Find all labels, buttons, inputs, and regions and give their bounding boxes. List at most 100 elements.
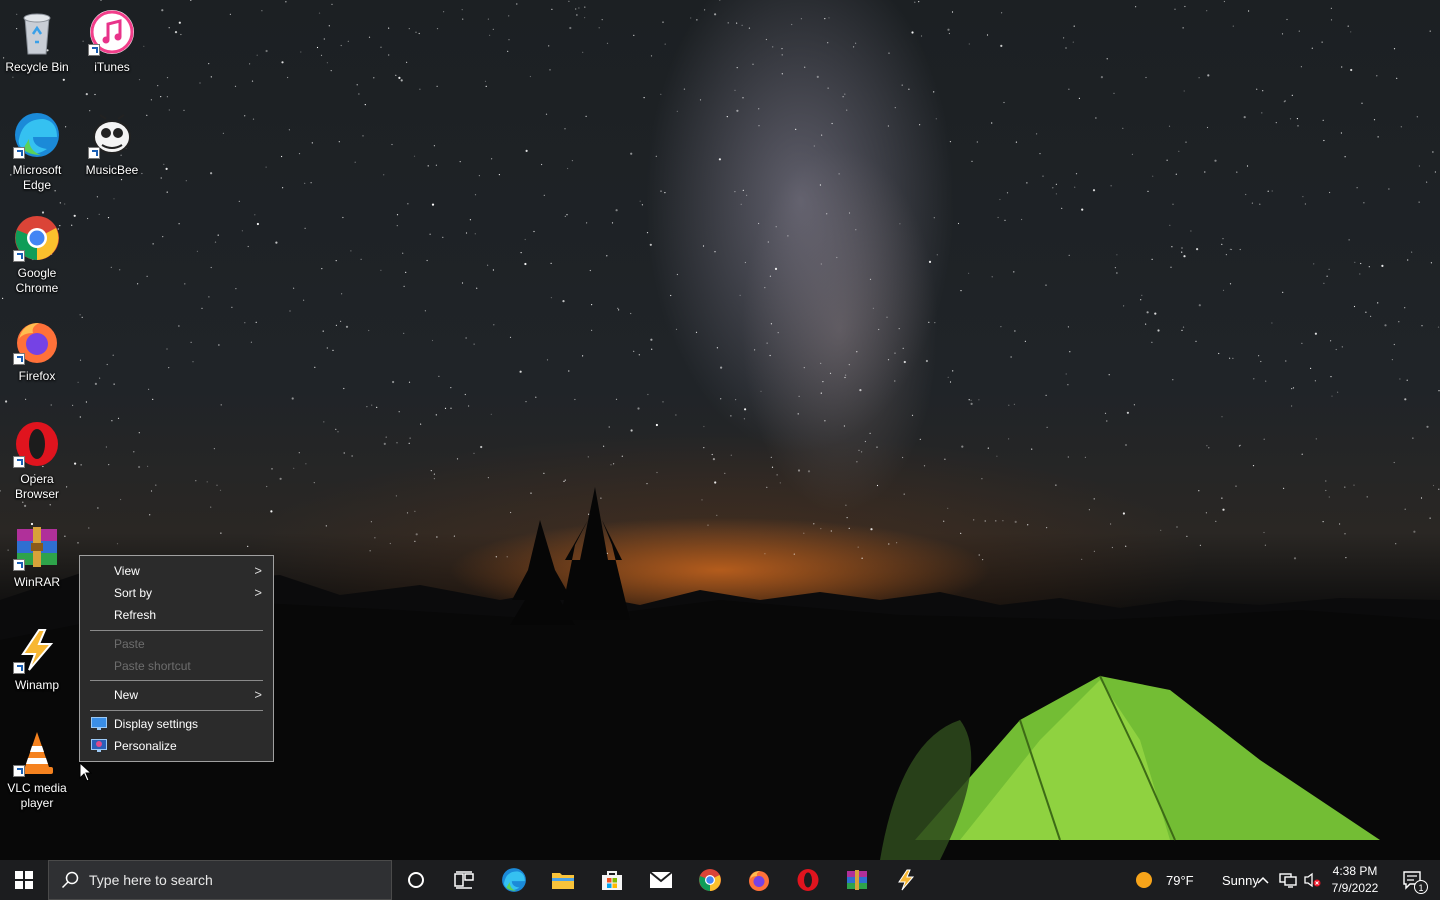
shortcut-arrow-icon (13, 456, 25, 468)
menu-item-label: New (114, 688, 139, 702)
taskbar-opera[interactable] (784, 860, 832, 900)
task-view-icon (454, 871, 474, 889)
recycle-bin-icon (13, 8, 61, 56)
volume-button[interactable] (1300, 860, 1324, 900)
desktop-icon-firefox[interactable]: Firefox (1, 311, 73, 384)
microsoft-store-icon (602, 871, 622, 890)
chevron-up-icon (1257, 876, 1269, 884)
winrar-icon (13, 523, 61, 571)
submenu-arrow-icon: > (254, 585, 262, 600)
menu-separator (90, 630, 263, 631)
start-button[interactable] (0, 860, 48, 900)
clock-time: 4:38 PM (1332, 864, 1378, 878)
submenu-arrow-icon: > (254, 687, 262, 702)
desktop-icon-itunes[interactable]: iTunes (76, 2, 148, 75)
desktop-icon-google-chrome[interactable]: Google Chrome (1, 208, 73, 296)
windows-logo-icon (15, 871, 33, 889)
itunes-icon (88, 8, 136, 56)
desktop-icon-label: Edge (22, 178, 52, 192)
desktop-icon-winamp[interactable]: Winamp (1, 620, 73, 693)
taskbar-microsoft-store[interactable] (588, 860, 636, 900)
network-icon (1279, 873, 1297, 888)
musicbee-icon (88, 111, 136, 159)
taskbar-search-box[interactable]: Type here to search (48, 860, 392, 900)
weather-temperature: 79°F (1166, 873, 1194, 888)
mail-icon (649, 871, 673, 888)
sun-icon (1136, 872, 1152, 888)
menu-item-display-settings[interactable]: Display settings (81, 713, 272, 735)
desktop-icon-label: WinRAR (13, 575, 60, 589)
task-view-button[interactable] (440, 860, 488, 900)
firefox-icon (13, 317, 61, 365)
desktop-icon-winrar[interactable]: WinRAR (1, 517, 73, 590)
search-placeholder: Type here to search (89, 872, 213, 888)
cortana-button[interactable] (392, 860, 440, 900)
desktop-icon-musicbee[interactable]: MusicBee (76, 105, 148, 178)
menu-item-label: Sort by (114, 586, 153, 600)
shortcut-arrow-icon (88, 44, 100, 56)
search-icon (61, 871, 79, 889)
firefox-icon (749, 871, 769, 891)
desktop-icon-label: Chrome (15, 281, 59, 295)
shortcut-arrow-icon (13, 559, 25, 571)
menu-item-personalize[interactable]: Personalize (81, 735, 272, 757)
menu-item-sort-by[interactable]: Sort by > (81, 582, 272, 604)
taskbar-winrar[interactable] (833, 860, 881, 900)
desktop-icon-label: Winamp (14, 678, 59, 692)
desktop-icon-label: VLC media (7, 781, 67, 795)
volume-muted-icon (1304, 872, 1321, 888)
taskbar-firefox[interactable] (735, 860, 783, 900)
submenu-arrow-icon: > (254, 563, 262, 578)
menu-item-paste: Paste (81, 633, 272, 655)
winamp-icon (898, 869, 915, 891)
edge-icon (13, 111, 61, 159)
taskbar-mail[interactable] (637, 860, 685, 900)
chrome-icon (699, 869, 721, 891)
taskbar-winamp[interactable] (882, 860, 930, 900)
network-button[interactable] (1276, 860, 1300, 900)
desktop-icon-label: MusicBee (85, 163, 139, 177)
shortcut-arrow-icon (13, 147, 25, 159)
desktop-icon-opera-browser[interactable]: Opera Browser (1, 414, 73, 502)
taskbar-edge[interactable] (490, 860, 538, 900)
menu-item-label: Refresh (114, 608, 157, 622)
taskbar-file-explorer[interactable] (539, 860, 587, 900)
menu-separator (90, 710, 263, 711)
menu-item-label: Personalize (114, 739, 177, 753)
taskbar: Type here to search 79°F Sunny 4:38 PM 7… (0, 860, 1440, 900)
clock[interactable]: 4:38 PM 7/9/2022 (1330, 862, 1380, 898)
desktop-icon-label: Recycle Bin (5, 60, 69, 74)
menu-item-new[interactable]: New > (81, 684, 272, 706)
taskbar-chrome[interactable] (686, 860, 734, 900)
menu-item-label: Paste (114, 637, 145, 651)
menu-item-refresh[interactable]: Refresh (81, 604, 272, 626)
desktop-icon-label: Opera (20, 472, 54, 486)
show-hidden-icons-button[interactable] (1251, 860, 1275, 900)
menu-separator (90, 680, 263, 681)
action-center-button[interactable]: 1 (1392, 860, 1432, 900)
shortcut-arrow-icon (13, 250, 25, 262)
shortcut-arrow-icon (13, 662, 25, 674)
desktop-icon-vlc-media-player[interactable]: VLC media player (1, 723, 73, 811)
shortcut-arrow-icon (88, 147, 100, 159)
desktop-icon-microsoft-edge[interactable]: Microsoft Edge (1, 105, 73, 193)
shortcut-arrow-icon (13, 765, 25, 777)
notification-count-badge: 1 (1414, 880, 1428, 894)
shortcut-arrow-icon (13, 353, 25, 365)
clock-date: 7/9/2022 (1331, 881, 1379, 895)
menu-item-label: Display settings (114, 717, 199, 731)
desktop-icon-label: Microsoft (12, 163, 62, 177)
desktop-icon-label: Google (17, 266, 57, 280)
desktop-icon-recycle-bin[interactable]: Recycle Bin (1, 2, 73, 75)
menu-item-view[interactable]: View > (81, 560, 272, 582)
menu-item-label: Paste shortcut (114, 659, 191, 673)
desktop-icon-label: Firefox (18, 369, 56, 383)
chrome-icon (13, 214, 61, 262)
file-explorer-icon (552, 873, 574, 889)
opera-icon (13, 420, 61, 468)
personalize-icon (91, 739, 107, 752)
mouse-cursor-icon (79, 762, 93, 782)
menu-item-label: View (114, 564, 140, 578)
desktop-icon-label: Browser (14, 487, 59, 501)
edge-icon (502, 868, 526, 892)
